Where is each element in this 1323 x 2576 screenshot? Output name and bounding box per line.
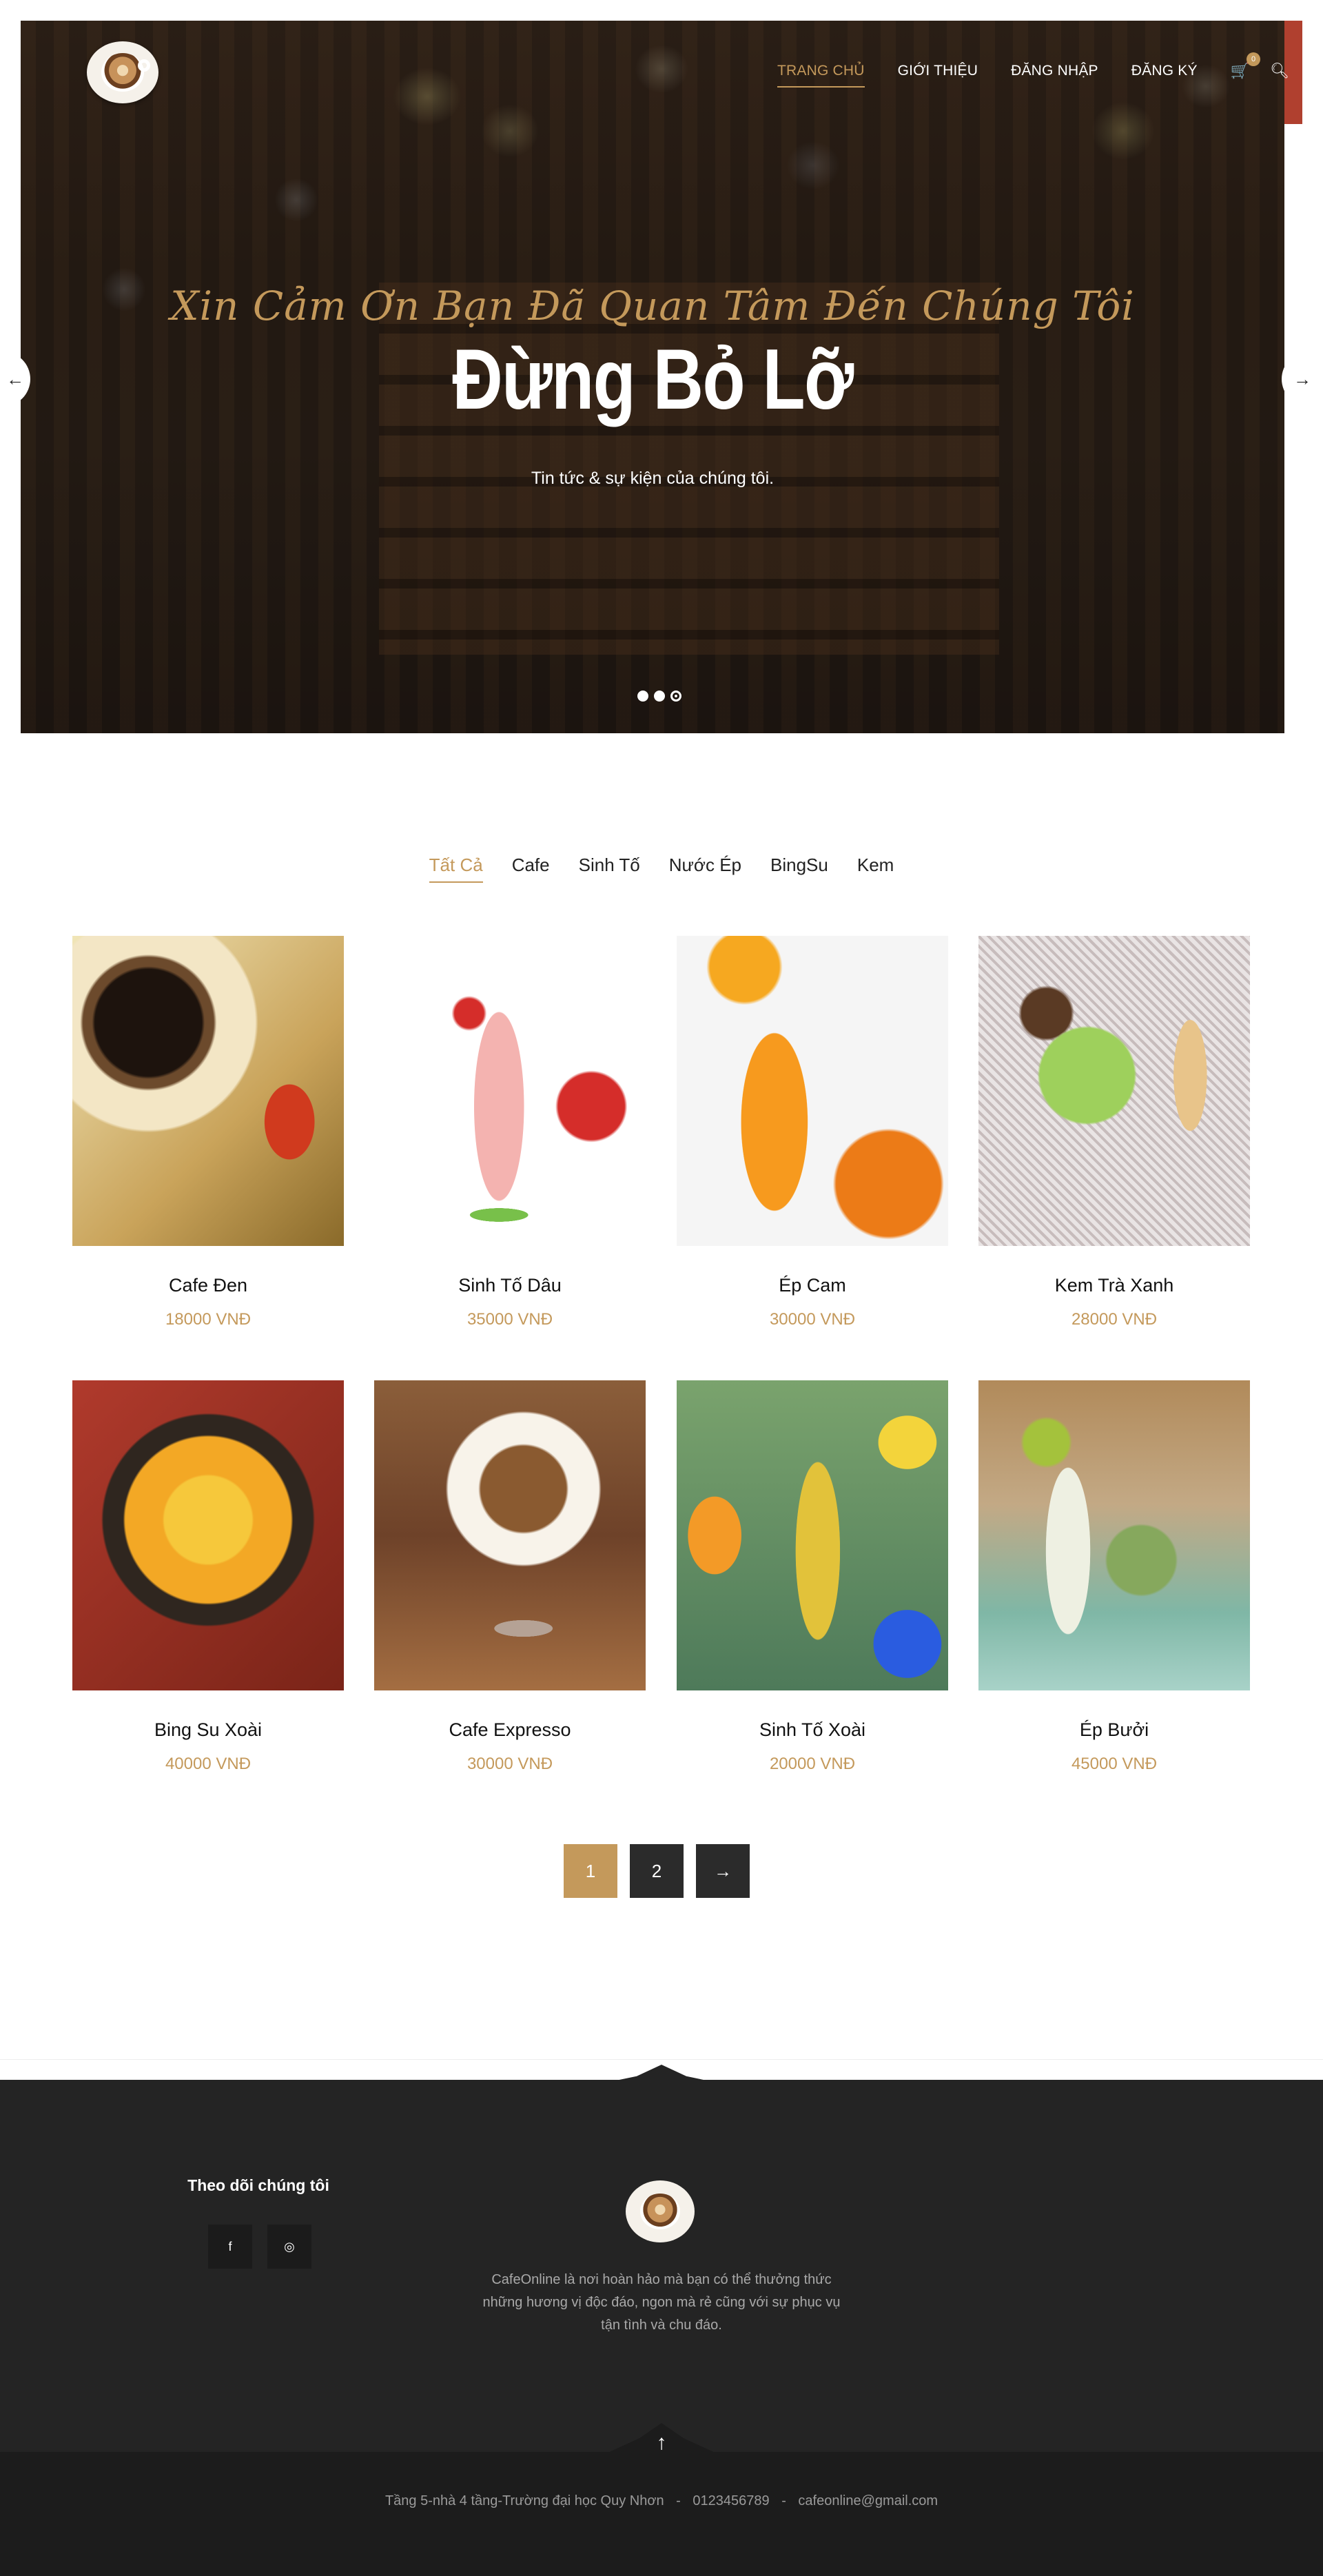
slider-dots: [637, 691, 681, 702]
footer-notch: [599, 2065, 724, 2084]
page-1-button[interactable]: 1: [564, 1844, 617, 1898]
product-name[interactable]: Ép Cam: [677, 1275, 948, 1296]
product-price: 30000 VNĐ: [769, 1310, 856, 1329]
product-name[interactable]: Sinh Tố Dâu: [374, 1275, 646, 1296]
product-price: 28000 VNĐ: [1071, 1310, 1158, 1329]
filter-bingsu[interactable]: BingSu: [770, 855, 828, 883]
product-image[interactable]: [677, 936, 948, 1246]
facebook-icon[interactable]: f: [208, 2225, 252, 2269]
product-card[interactable]: Kem Trà Xanh 28000 VNĐ: [978, 936, 1250, 1329]
search-icon[interactable]: 🔍︎: [1270, 62, 1289, 80]
hero-title: Đừng Bỏ Lỡ: [452, 332, 854, 427]
follow-us-title: Theo dõi chúng tôi: [187, 2176, 329, 2194]
product-price: 30000 VNĐ: [466, 1755, 553, 1773]
instagram-icon[interactable]: ◎: [267, 2225, 311, 2269]
filter-cafe[interactable]: Cafe: [512, 855, 550, 883]
product-image[interactable]: [978, 936, 1250, 1246]
site-logo[interactable]: [87, 41, 158, 103]
pagination: 1 2 →: [564, 1844, 750, 1898]
product-image[interactable]: [72, 1380, 344, 1690]
product-name[interactable]: Cafe Expresso: [374, 1719, 646, 1741]
product-image[interactable]: [677, 1380, 948, 1690]
product-image[interactable]: [374, 936, 646, 1246]
coffee-cup-icon: [640, 2194, 680, 2229]
footer-bottom-bar: [0, 2452, 1323, 2576]
cup-handle: [138, 59, 150, 72]
nav-about[interactable]: GIỚI THIỆU: [898, 63, 978, 79]
product-price: 45000 VNĐ: [1071, 1755, 1158, 1773]
product-name[interactable]: Kem Trà Xanh: [978, 1275, 1250, 1296]
product-price: 35000 VNĐ: [466, 1310, 553, 1329]
product-image[interactable]: [374, 1380, 646, 1690]
contact-info: Tầng 5-nhà 4 tầng-Trường đại học Quy Nhơ…: [0, 2493, 1323, 2509]
product-card[interactable]: Bing Su Xoài 40000 VNĐ: [72, 1380, 344, 1774]
main-nav: TRANG CHỦ GIỚI THIỆU ĐĂNG NHẬP ĐĂNG KÝ 🛒…: [777, 52, 1289, 88]
product-card[interactable]: Sinh Tố Xoài 20000 VNĐ: [677, 1380, 948, 1774]
footer-divider: [0, 2059, 1323, 2060]
address-text: Tầng 5-nhà 4 tầng-Trường đại học Quy Nhơ…: [384, 2493, 664, 2508]
cart-count-badge: 0: [1247, 52, 1261, 66]
product-image[interactable]: [72, 936, 344, 1246]
product-card[interactable]: Cafe Đen 18000 VNĐ: [72, 936, 344, 1329]
hero-script-text: Xin Cảm Ơn Bạn Đã Quan Tâm Đến Chúng Tôi: [170, 283, 1135, 329]
product-card[interactable]: Cafe Expresso 30000 VNĐ: [374, 1380, 646, 1774]
slider-dot-3[interactable]: [670, 691, 681, 702]
slider-next-arrow-icon[interactable]: →: [1282, 351, 1323, 407]
email-link[interactable]: cafeonline@gmail.com: [798, 2493, 938, 2508]
hero-subtitle: Tin tức & sự kiện của chúng tôi.: [531, 469, 775, 488]
product-name[interactable]: Sinh Tố Xoài: [677, 1719, 948, 1741]
filter-nuoc-ep[interactable]: Nước Ép: [669, 855, 741, 883]
phone-text: 0123456789: [693, 2493, 770, 2508]
social-links: f ◎: [208, 2225, 311, 2269]
separator: -: [676, 2493, 681, 2508]
slider-dot-2[interactable]: [654, 691, 665, 702]
filter-kem[interactable]: Kem: [857, 855, 894, 883]
footer-logo[interactable]: [626, 2180, 695, 2242]
product-card[interactable]: Ép Cam 30000 VNĐ: [677, 936, 948, 1329]
product-image[interactable]: [978, 1380, 1250, 1690]
product-card[interactable]: Sinh Tố Dâu 35000 VNĐ: [374, 936, 646, 1329]
coffee-cup-icon: [101, 53, 144, 92]
back-to-top-arrow-icon[interactable]: ↑: [652, 2431, 671, 2455]
product-price: 40000 VNĐ: [165, 1755, 252, 1773]
nav-register[interactable]: ĐĂNG KÝ: [1131, 63, 1198, 79]
nav-login[interactable]: ĐĂNG NHẬP: [1011, 63, 1098, 79]
category-filters: Tất Cả Cafe Sinh Tố Nước Ép BingSu Kem: [0, 855, 1323, 883]
product-price: 18000 VNĐ: [165, 1310, 252, 1329]
nav-home[interactable]: TRANG CHỦ: [777, 63, 865, 88]
product-card[interactable]: Ép Bưởi 45000 VNĐ: [978, 1380, 1250, 1774]
filter-sinh-to[interactable]: Sinh Tố: [579, 855, 640, 883]
page-2-button[interactable]: 2: [630, 1844, 684, 1898]
product-price: 20000 VNĐ: [769, 1755, 856, 1773]
footer: [0, 2080, 1323, 2452]
filter-all[interactable]: Tất Cả: [429, 855, 483, 883]
slider-dot-1[interactable]: [637, 691, 648, 702]
product-name[interactable]: Cafe Đen: [72, 1275, 344, 1296]
product-name[interactable]: Ép Bưởi: [978, 1719, 1250, 1741]
next-page-arrow-icon[interactable]: →: [696, 1844, 750, 1898]
product-name[interactable]: Bing Su Xoài: [72, 1719, 344, 1741]
cart-icon[interactable]: 🛒 0: [1231, 52, 1261, 80]
footer-description: CafeOnline là nơi hoàn hảo mà bạn có thể…: [482, 2272, 841, 2333]
separator: -: [781, 2493, 786, 2508]
